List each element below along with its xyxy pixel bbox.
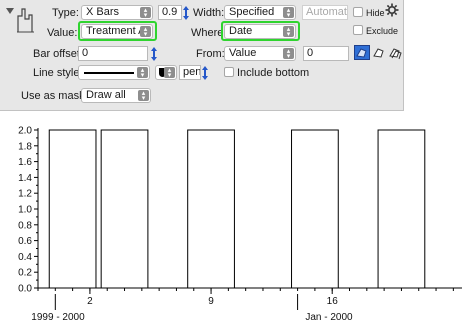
x-tick-label: 16: [327, 296, 339, 307]
type-select-value: X Bars: [86, 6, 120, 18]
select-arrows-icon: ▴ ▾: [138, 90, 149, 102]
fill-style-icon[interactable]: [354, 45, 370, 60]
width-select-value: Specified: [229, 6, 275, 18]
y-tick-label: 0.6: [18, 236, 32, 247]
line-sample: [84, 72, 134, 74]
select-arrows-icon: ▴ ▾: [140, 7, 151, 19]
x-subtick-label: Jan - 2000: [305, 312, 353, 320]
type-label: Type:: [52, 7, 79, 19]
bar-chart: 0.0 0.2 0.4 0.6 0.8 1.0 1.2 1.4 1.6 1.8 2.0 2 9 16 19…: [18, 126, 462, 320]
y-tick-label: 1.6: [18, 157, 32, 168]
plot-settings-panel: Type: X Bars ▴ ▾ 0.9 Width: Specified ▴ ▾ …: [0, 0, 404, 111]
width-label: Width:: [193, 7, 225, 19]
y-tick-label: 0.4: [18, 252, 32, 263]
bar: [187, 129, 235, 289]
bar-offset-value: 0: [82, 47, 89, 59]
select-arrows-icon: ▴ ▾: [283, 26, 294, 38]
width-select[interactable]: Specified ▴ ▾: [224, 5, 296, 20]
fill-outline-icon[interactable]: [387, 45, 402, 60]
hide-label: Hide: [366, 8, 385, 18]
hide-checkbox[interactable]: [353, 7, 363, 17]
x-tick-label: 9: [208, 296, 214, 307]
x-tick-label: 2: [87, 296, 93, 307]
bar-offset-input[interactable]: 0: [78, 46, 148, 61]
include-bottom-checkbox[interactable]: [224, 67, 234, 77]
width-automatic-field: Automatic: [302, 5, 348, 20]
value-label: Value:: [47, 27, 78, 39]
width-automatic-text: Automatic: [306, 6, 347, 18]
line-style-label: Line style:: [33, 67, 83, 79]
include-bottom-label: Include bottom: [237, 67, 310, 79]
from-label: From:: [196, 48, 225, 60]
y-tick-label: 0.0: [18, 284, 32, 295]
select-arrows-icon: ▴ ▾: [283, 48, 294, 60]
bar-offset-label: Bar offset:: [33, 48, 83, 60]
y-tick-label: 0.2: [18, 268, 32, 279]
use-as-mask-value: Draw all: [86, 89, 126, 101]
gear-icon[interactable]: [385, 3, 399, 17]
value-select[interactable]: Treatment A ▴ ▾: [81, 24, 153, 39]
use-as-mask-label: Use as mask:: [21, 90, 88, 102]
y-axis: 0.0 0.2 0.4 0.6 0.8 1.0 1.2 1.4 1.6 1.8 2.0: [18, 126, 39, 295]
y-tick-label: 0.8: [18, 220, 32, 231]
y-tick-label: 1.2: [18, 189, 32, 200]
from-select[interactable]: Value ▴ ▾: [224, 46, 296, 61]
from-select-value: Value: [229, 47, 257, 59]
bar: [100, 129, 149, 289]
select-arrows-icon: ▴ ▾: [164, 67, 175, 79]
where-select-value: Date: [229, 25, 253, 37]
use-as-mask-select[interactable]: Draw all ▴ ▾: [81, 88, 151, 103]
select-arrows-icon: ▴ ▾: [283, 7, 294, 19]
bar-ratio-stepper-icon[interactable]: [183, 6, 189, 20]
pen-stepper-icon[interactable]: [202, 66, 208, 80]
line-style-select[interactable]: ▴ ▾: [78, 65, 150, 80]
line-color-select[interactable]: ▴ ▾: [155, 65, 177, 80]
from-value-input[interactable]: 0: [303, 46, 349, 61]
bar-offset-stepper-icon[interactable]: [151, 47, 157, 61]
x-subtick-label: 1999 - 2000: [31, 312, 85, 320]
x-axis: 2 9 16 1999 - 2000 Jan - 2000: [31, 287, 462, 320]
collapse-triangle-icon[interactable]: [6, 8, 14, 14]
bar: [377, 129, 426, 289]
select-arrows-icon: ▴ ▾: [140, 26, 151, 38]
exclude-label: Exclude: [366, 26, 399, 36]
exclude-checkbox[interactable]: [353, 25, 363, 35]
plot-type-icon: [17, 8, 34, 33]
bar-ratio-value: 0.9: [162, 6, 178, 18]
where-select[interactable]: Date ▴ ▾: [224, 24, 296, 39]
from-value-text: 0: [307, 47, 314, 59]
type-select[interactable]: X Bars ▴ ▾: [81, 5, 153, 20]
y-tick-label: 1.8: [18, 141, 32, 152]
select-arrows-icon: ▴ ▾: [137, 67, 148, 79]
y-tick-label: 1.0: [18, 205, 32, 216]
y-tick-label: 1.4: [18, 173, 32, 184]
pen-field[interactable]: pen: [179, 65, 201, 80]
value-select-value: Treatment A: [86, 25, 146, 37]
pen-text: pen: [183, 66, 201, 78]
bar-ratio-input[interactable]: 0.9: [158, 5, 182, 20]
bar: [48, 129, 97, 289]
bar: [291, 129, 339, 289]
fill-pattern-icon[interactable]: [371, 45, 386, 60]
bars: [48, 129, 426, 289]
y-tick-label: 2.0: [18, 126, 32, 137]
